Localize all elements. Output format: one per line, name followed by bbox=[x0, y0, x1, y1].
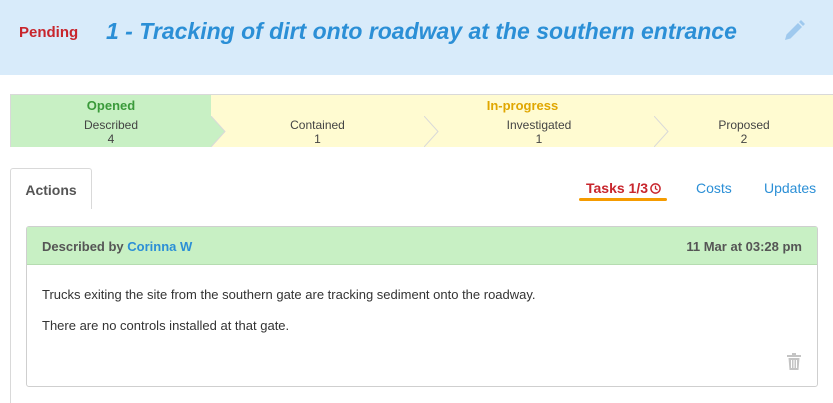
chevron-divider bbox=[424, 116, 439, 147]
step-label: Contained bbox=[290, 118, 345, 132]
trash-icon[interactable] bbox=[787, 353, 801, 370]
active-tab-underline bbox=[579, 198, 667, 201]
tab-actions[interactable]: Actions bbox=[10, 168, 92, 211]
status-badge: Pending bbox=[19, 24, 79, 41]
step-described[interactable]: Described 4 bbox=[11, 116, 211, 147]
timestamp: 11 Mar at 03:28 pm bbox=[686, 239, 802, 254]
described-by: Described by Corinna W bbox=[42, 239, 192, 254]
description-paragraph: There are no controls installed at that … bbox=[42, 318, 290, 333]
workflow-stages: Opened In-progress Described 4 Contained… bbox=[10, 94, 833, 147]
tab-tasks[interactable]: Tasks 1/3 bbox=[586, 180, 661, 196]
step-label: Described bbox=[83, 118, 139, 132]
description-paragraph: Trucks exiting the site from the souther… bbox=[42, 287, 536, 302]
tab-bar: Actions Tasks 1/3 Costs Updates bbox=[10, 168, 833, 211]
step-investigated[interactable]: Investigated 1 bbox=[424, 116, 654, 147]
tab-updates[interactable]: Updates bbox=[764, 180, 816, 196]
step-count: 1 bbox=[535, 132, 543, 146]
description-card: Described by Corinna W 11 Mar at 03:28 p… bbox=[26, 226, 818, 387]
card-header: Described by Corinna W 11 Mar at 03:28 p… bbox=[27, 227, 817, 265]
issue-header: Pending 1 - Tracking of dirt onto roadwa… bbox=[0, 0, 833, 75]
pencil-icon[interactable] bbox=[782, 19, 806, 43]
page-title: 1 - Tracking of dirt onto roadway at the… bbox=[106, 18, 737, 44]
described-by-label: Described by bbox=[42, 239, 124, 254]
chevron-divider bbox=[211, 116, 226, 147]
chevron-divider bbox=[654, 116, 669, 147]
step-contained[interactable]: Contained 1 bbox=[211, 116, 424, 147]
tab-tasks-label: Tasks 1/3 bbox=[586, 180, 649, 196]
step-count: 1 bbox=[314, 132, 321, 146]
phase-in-progress: In-progress bbox=[211, 95, 833, 116]
step-proposed[interactable]: Proposed 2 bbox=[654, 116, 833, 147]
step-label: Proposed bbox=[718, 118, 770, 132]
author-link[interactable]: Corinna W bbox=[127, 239, 192, 254]
step-count: 2 bbox=[740, 132, 748, 146]
step-label: Investigated bbox=[506, 118, 572, 132]
phase-opened: Opened bbox=[11, 95, 211, 116]
tab-costs[interactable]: Costs bbox=[696, 180, 732, 196]
step-count: 4 bbox=[107, 132, 115, 146]
clock-icon bbox=[650, 183, 661, 194]
